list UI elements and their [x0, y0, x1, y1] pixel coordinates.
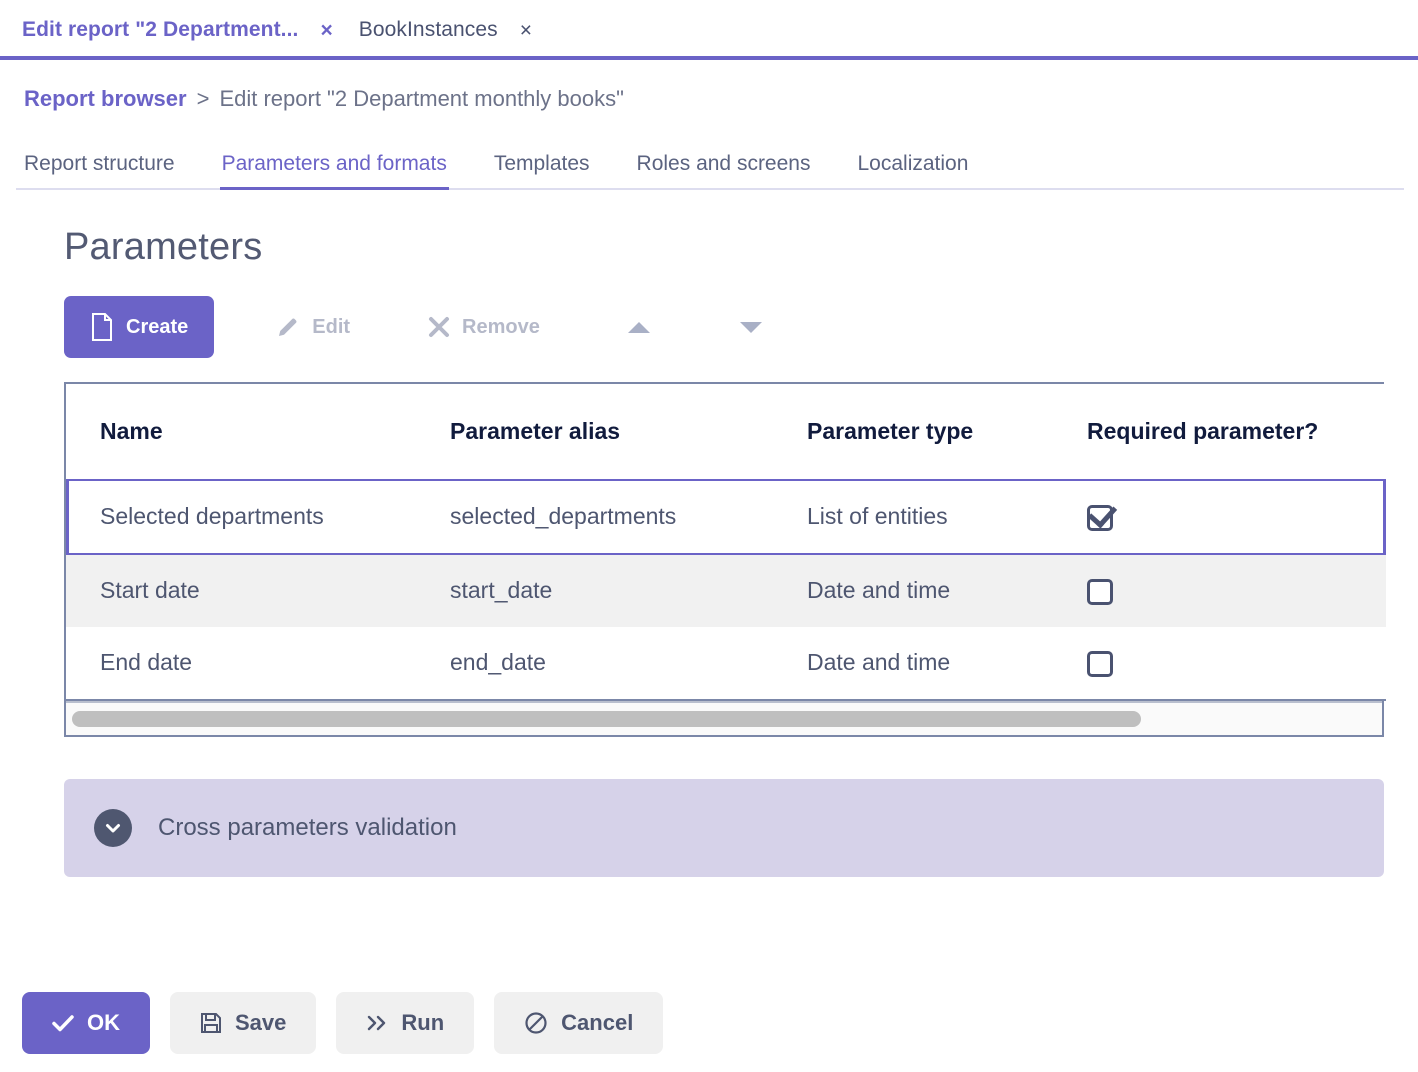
- cell-required: [1053, 626, 1386, 701]
- required-checkbox[interactable]: [1087, 504, 1113, 531]
- create-button-label: Create: [126, 315, 189, 338]
- column-header-alias[interactable]: Parameter alias: [416, 384, 773, 481]
- double-chevron-right-icon: [366, 1013, 388, 1033]
- window-tab-bookinstances[interactable]: BookInstances ×: [359, 18, 532, 42]
- validation-panel-label: Cross parameters validation: [158, 813, 457, 841]
- chevron-down-circle-icon[interactable]: [94, 808, 132, 847]
- required-checkbox[interactable]: [1087, 578, 1113, 605]
- cell-alias: end_date: [416, 626, 773, 701]
- cell-alias: start_date: [416, 553, 773, 627]
- footer-button-bar: OK Save Run Cancel: [22, 992, 664, 1054]
- save-button-label: Save: [235, 1010, 287, 1035]
- cell-name: Start date: [66, 553, 416, 627]
- scrollbar-thumb[interactable]: [72, 710, 1142, 727]
- cross-icon: [428, 316, 450, 338]
- window-tab-label: BookInstances: [358, 18, 498, 41]
- window-tab-edit-report[interactable]: Edit report "2 Department... ×: [22, 18, 333, 42]
- cancel-button[interactable]: Cancel: [494, 992, 664, 1054]
- edit-button-label: Edit: [312, 315, 351, 338]
- main-content: Parameters Create Edit Remove Name Param…: [0, 226, 1418, 877]
- tab-report-structure[interactable]: Report structure: [24, 152, 175, 190]
- close-icon[interactable]: ×: [520, 20, 532, 41]
- move-up-button[interactable]: [602, 296, 676, 358]
- table-header: Name Parameter alias Parameter type Requ…: [66, 384, 1386, 481]
- parameters-table-container: Name Parameter alias Parameter type Requ…: [64, 382, 1386, 737]
- cell-name: Selected departments: [66, 479, 416, 555]
- table-header-row: Name Parameter alias Parameter type Requ…: [66, 384, 1386, 481]
- move-down-button[interactable]: [714, 296, 788, 358]
- breadcrumb-link-report-browser[interactable]: Report browser: [24, 86, 187, 112]
- cell-alias: selected_departments: [416, 479, 773, 555]
- floppy-disk-icon: [200, 1012, 222, 1034]
- table-row[interactable]: Start date start_date Date and time: [66, 553, 1386, 627]
- window-tab-label: Edit report "2 Department...: [22, 18, 299, 41]
- cell-required: [1053, 479, 1386, 555]
- tab-parameters-and-formats[interactable]: Parameters and formats: [219, 152, 450, 190]
- cell-type: Date and time: [773, 626, 1053, 701]
- column-header-name[interactable]: Name: [66, 384, 416, 481]
- ok-button-label: OK: [87, 1010, 120, 1035]
- required-checkbox[interactable]: [1087, 650, 1113, 677]
- cell-type: Date and time: [773, 553, 1053, 627]
- document-icon: [90, 313, 114, 341]
- edit-button[interactable]: Edit: [254, 296, 372, 358]
- tab-roles-and-screens[interactable]: Roles and screens: [637, 152, 811, 190]
- breadcrumb-current: Edit report "2 Department monthly books": [219, 86, 624, 111]
- breadcrumb-separator: >: [196, 86, 210, 111]
- ok-button[interactable]: OK: [22, 992, 150, 1054]
- triangle-up-icon: [627, 321, 650, 333]
- close-icon[interactable]: ×: [320, 20, 332, 41]
- remove-button-label: Remove: [462, 315, 540, 338]
- parameters-toolbar: Create Edit Remove: [64, 296, 1418, 358]
- cell-name: End date: [66, 626, 416, 701]
- section-tab-bar: Report structure Parameters and formats …: [0, 138, 1418, 190]
- save-button[interactable]: Save: [170, 992, 317, 1054]
- run-button[interactable]: Run: [336, 992, 475, 1054]
- column-header-required[interactable]: Required parameter?: [1053, 384, 1386, 481]
- triangle-down-icon: [739, 321, 762, 333]
- pencil-icon: [276, 315, 300, 339]
- cell-type: List of entities: [773, 479, 1053, 555]
- cross-parameters-validation-panel[interactable]: Cross parameters validation: [64, 778, 1384, 877]
- table-body: Selected departments selected_department…: [66, 479, 1386, 701]
- window-tab-bar: Edit report "2 Department... × BookInsta…: [0, 0, 1418, 60]
- check-icon: [52, 1014, 74, 1032]
- create-button[interactable]: Create: [64, 296, 215, 358]
- table-row[interactable]: Selected departments selected_department…: [66, 479, 1386, 555]
- breadcrumb: Report browser > Edit report "2 Departme…: [0, 60, 1418, 112]
- column-header-type[interactable]: Parameter type: [773, 384, 1053, 481]
- run-button-label: Run: [401, 1010, 445, 1035]
- tab-templates[interactable]: Templates: [494, 152, 590, 190]
- cancel-button-label: Cancel: [561, 1010, 634, 1035]
- parameters-table: Name Parameter alias Parameter type Requ…: [66, 384, 1386, 701]
- page-title: Parameters: [64, 226, 263, 268]
- table-row[interactable]: End date end_date Date and time: [66, 626, 1386, 701]
- tab-localization[interactable]: Localization: [857, 152, 968, 190]
- no-entry-icon: [524, 1011, 548, 1035]
- horizontal-scrollbar[interactable]: [66, 700, 1382, 735]
- cell-required: [1053, 553, 1386, 627]
- remove-button[interactable]: Remove: [406, 296, 562, 358]
